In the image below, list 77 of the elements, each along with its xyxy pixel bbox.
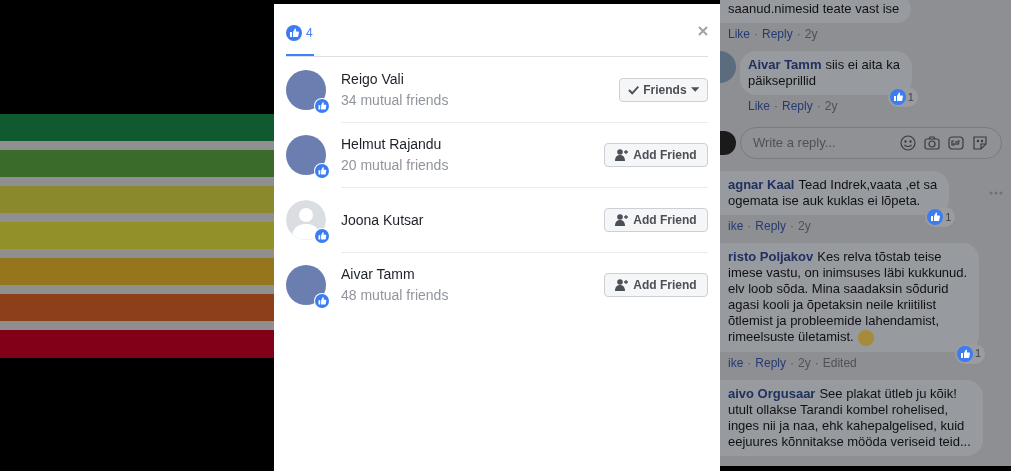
camera-icon[interactable] xyxy=(923,134,941,152)
add-person-icon xyxy=(615,149,630,161)
person-name[interactable]: Aivar Tamm xyxy=(341,264,449,285)
comment-text: utult ollakse Tarandi kombel rohelised, xyxy=(728,401,949,417)
comment-text: rimeelsuste ületamist. xyxy=(728,329,854,344)
reaction-count[interactable]: 1 xyxy=(955,343,986,364)
person-name[interactable]: Reigo Vali xyxy=(341,68,449,90)
comment-action-link[interactable]: ike xyxy=(728,353,744,372)
comment-action-link[interactable]: ike xyxy=(728,217,744,235)
mutual-friends: 20 mutual friends xyxy=(341,156,449,175)
comment-meta: 2y xyxy=(824,98,838,115)
friends-button[interactable]: Friends xyxy=(619,77,708,102)
comment-meta: 2y xyxy=(798,354,811,372)
comment-text: Kes relva tõstab teise xyxy=(817,249,942,264)
separator-dot: · xyxy=(773,98,779,115)
add-friend-button[interactable]: Add Friend xyxy=(604,273,708,297)
thumbs-up-icon xyxy=(957,345,974,362)
add-friend-button[interactable]: Add Friend xyxy=(604,143,708,167)
comment-action-link[interactable]: Like xyxy=(728,25,750,43)
add-person-icon xyxy=(615,214,630,226)
smiley-icon[interactable] xyxy=(899,134,917,152)
comment-meta: Edited xyxy=(822,354,857,372)
add-friend-button[interactable]: Add Friend xyxy=(604,208,708,232)
comment-text: õtlemist ja probleemide lahendamist, xyxy=(728,313,939,328)
comment-text: siis ei aita ka xyxy=(825,57,900,72)
thumbs-up-icon xyxy=(286,25,302,41)
comment-text: agasi kooli ja õpetaksin neile kriitilist xyxy=(728,297,937,312)
person-name[interactable]: Joona Kutsar xyxy=(341,209,424,231)
reply-field[interactable]: Write a reply... xyxy=(740,127,1002,159)
reaction-tab[interactable]: 4 xyxy=(286,24,314,56)
comment-author[interactable]: agnar Kaal xyxy=(728,177,795,192)
check-icon xyxy=(628,84,640,95)
comment-author[interactable]: Aivar Tamm xyxy=(748,57,822,72)
separator-dot: · xyxy=(789,354,796,372)
thumbs-up-icon xyxy=(889,89,906,105)
comment-author[interactable]: aivo Orgusaar xyxy=(728,385,816,401)
comment-action-link[interactable]: Reply xyxy=(755,217,787,235)
mutual-friends: 48 mutual friends xyxy=(341,286,449,305)
separator-dot: · xyxy=(795,26,802,43)
comment-text: inges nii ja naa, ehk kahepalgelised, kuid xyxy=(728,417,965,433)
gif-icon[interactable] xyxy=(947,134,965,152)
caret-icon xyxy=(690,87,699,92)
comment-action-link[interactable]: Reply xyxy=(755,353,787,372)
comment-meta: 2y xyxy=(798,218,811,235)
sticker-icon[interactable] xyxy=(971,134,989,152)
comment-text: Tead Indrek,vaata ,et sa xyxy=(798,177,938,192)
reaction-count[interactable]: 1 xyxy=(925,207,956,227)
comment-action-link[interactable]: Reply xyxy=(782,97,813,115)
person-name[interactable]: Helmut Rajandu xyxy=(341,134,449,155)
comment-text: ogemata ise auk kuklas ei lõpeta. xyxy=(728,193,921,208)
comment-text: päikseprillid xyxy=(748,73,816,88)
like-badge-icon xyxy=(315,163,329,178)
thumbs-up-icon xyxy=(927,209,944,225)
like-badge-icon xyxy=(315,228,329,243)
reaction-count[interactable]: 1 xyxy=(887,87,918,107)
comment-author[interactable]: risto Poljakov xyxy=(728,249,814,264)
add-person-icon xyxy=(615,279,630,291)
separator-dot: · xyxy=(746,354,753,372)
separator-dot: · xyxy=(789,218,796,235)
reply-input[interactable]: Write a reply... xyxy=(753,133,893,153)
separator-dot: · xyxy=(746,218,753,235)
comment-text: elv loob sõda. Mina saadaksin sõdurid xyxy=(728,281,949,296)
mutual-friends: 34 mutual friends xyxy=(341,90,449,110)
comment-text: imese vastu, on inimsuses läbi kukkunud. xyxy=(728,265,968,280)
comment-meta: 2y xyxy=(804,26,818,43)
separator-dot: · xyxy=(813,354,820,372)
like-badge-icon xyxy=(315,293,329,308)
close-icon[interactable] xyxy=(698,26,708,36)
comment-action-link[interactable]: Reply xyxy=(762,25,793,43)
avatar-photo-placeholder xyxy=(720,131,736,155)
separator-dot: · xyxy=(753,26,759,43)
comment-text: See plakat ütleb ju kõik! xyxy=(819,385,957,401)
like-badge-icon xyxy=(315,98,329,113)
comment-action-link[interactable]: Like xyxy=(748,97,770,115)
comment-text: saanud.nimesid teate vast ise xyxy=(728,1,900,16)
separator-dot: · xyxy=(815,98,822,115)
comment-text: eejuures kõnnitakse mööda veriseid teid... xyxy=(728,433,971,449)
